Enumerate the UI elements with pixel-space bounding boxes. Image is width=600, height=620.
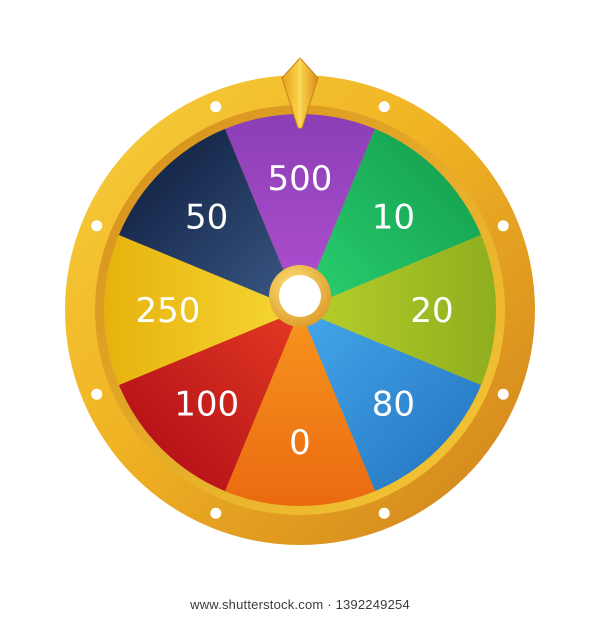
rim-dot (497, 388, 509, 400)
segment-label-50: 50 (185, 198, 228, 238)
segment-label-20: 20 (410, 291, 453, 331)
rim-dot (497, 220, 509, 232)
rim-dot (378, 101, 390, 113)
rim-dot (378, 507, 390, 519)
segment-label-0: 0 (289, 423, 311, 463)
segment-label-500: 500 (268, 159, 333, 199)
rim-dot (210, 101, 222, 113)
prize-wheel: 500 10 20 80 0 100 250 50 (65, 57, 535, 545)
rim-dot (91, 388, 103, 400)
center-hub-cap (279, 275, 321, 317)
watermark-text: www.shutterstock.com · 1392249254 (190, 597, 410, 612)
wheel-of-fortune-image: 500 10 20 80 0 100 250 50 www.shutterstock.com … (0, 0, 600, 620)
segment-label-80: 80 (372, 384, 415, 424)
segment-label-100: 100 (174, 384, 239, 424)
rim-dot (210, 507, 222, 519)
segment-label-250: 250 (136, 291, 201, 331)
segment-label-10: 10 (372, 198, 415, 238)
rim-dot (91, 220, 103, 232)
